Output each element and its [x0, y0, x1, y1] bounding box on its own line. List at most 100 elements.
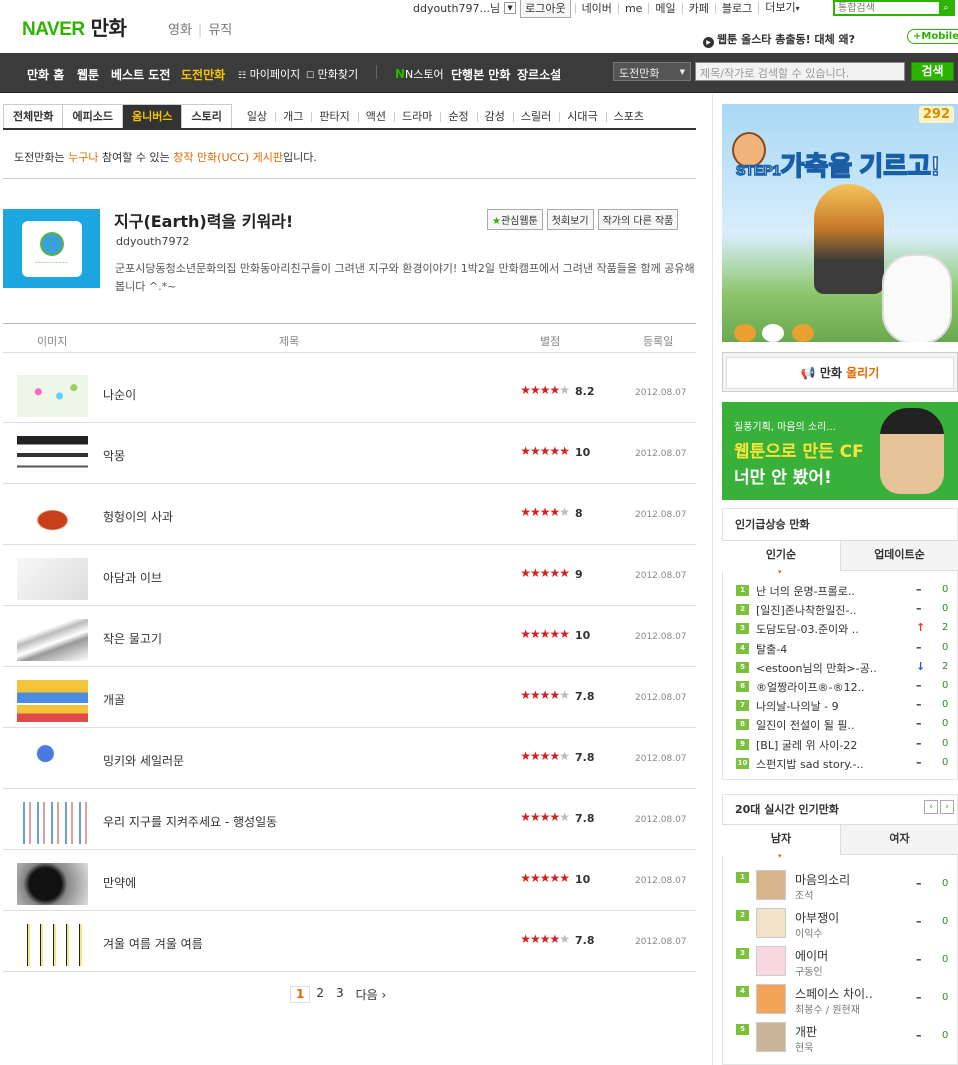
episode-title[interactable]: 개골	[103, 691, 125, 708]
rising-tab-update[interactable]: 업데이트순	[841, 541, 958, 571]
episode-row[interactable]: 나순이 ★★★★★ 8.2 2012.08.07	[3, 362, 696, 423]
webtoon-author[interactable]: ddyouth7972	[116, 235, 189, 248]
realtime-item[interactable]: 5 개판 현욱 – 0	[736, 1022, 951, 1056]
rising-item-name[interactable]: [BL] 굴레 위 사이-22	[756, 737, 857, 753]
prev-arrow-icon[interactable]: ‹	[924, 800, 938, 814]
rising-item-name[interactable]: 탈출-4	[756, 641, 787, 657]
upload-comic-button[interactable]: 📢 만화 올리기	[722, 352, 958, 392]
episode-thumbnail[interactable]	[17, 436, 88, 478]
nav-home[interactable]: 만화 홈	[27, 66, 64, 83]
episode-thumbnail[interactable]	[17, 924, 88, 966]
genre-historical[interactable]: 시대극	[559, 104, 605, 128]
episode-thumbnail[interactable]	[17, 558, 88, 600]
rising-item[interactable]: 9 [BL] 굴레 위 사이-22 – 0	[736, 737, 951, 755]
comic-avatar[interactable]	[756, 984, 786, 1014]
next-arrow-icon[interactable]: ›	[940, 800, 954, 814]
tab-omnibus[interactable]: 옴니버스	[121, 104, 183, 128]
episode-row[interactable]: 헝헝이의 사과 ★★★★★ 8 2012.08.07	[3, 484, 696, 545]
episode-title[interactable]: 겨울 여름 겨울 여름	[103, 935, 203, 952]
nav-mypage[interactable]: ☷ 마이페이지	[238, 66, 300, 82]
search-button[interactable]: 검색	[911, 62, 954, 81]
episode-title[interactable]: 우리 지구를 지켜주세요 - 행성일동	[103, 813, 277, 830]
notice-banner[interactable]: ▶ 웹툰 올스타 총출동! 대체 왜?	[703, 31, 855, 48]
episode-title[interactable]: 작은 물고기	[103, 630, 162, 647]
user-dropdown-icon[interactable]: ▼	[504, 2, 517, 14]
genre-emotion[interactable]: 감성	[476, 104, 513, 128]
comic-avatar[interactable]	[756, 1022, 786, 1052]
episode-title[interactable]: 아담과 이브	[103, 569, 162, 586]
service-tab-movie[interactable]: 영화	[168, 23, 192, 38]
realtime-tab-male[interactable]: 남자	[722, 825, 841, 870]
genre-thriller[interactable]: 스릴러	[512, 104, 559, 128]
naver-logo[interactable]: NAVER 만화	[22, 12, 127, 41]
cf-ad-banner[interactable]: 질풍기획, 마음의 소리... 웹툰으로 만든 CF 너만 안 봤어!	[722, 402, 958, 500]
genre-action[interactable]: 액션	[357, 104, 394, 128]
rising-item[interactable]: 6 ®얼짱라이프®-®12.. – 0	[736, 679, 951, 697]
nav-webtoon[interactable]: 웹툰	[77, 66, 99, 83]
episode-thumbnail[interactable]	[17, 863, 88, 905]
rising-item-name[interactable]: <estoon님의 만화>-공..	[756, 660, 877, 676]
rising-item[interactable]: 7 나의날-나의날 - 9 – 0	[736, 698, 951, 716]
user-name[interactable]: ddyouth797...님	[413, 0, 502, 16]
episode-title[interactable]: 밍키와 세일러문	[103, 752, 184, 769]
webtoon-search-input[interactable]: 제목/작가로 검색할 수 있습니다.	[695, 62, 905, 81]
episode-title[interactable]: 나순이	[103, 386, 136, 403]
next-page[interactable]: 다음 ›	[350, 986, 393, 1003]
favorite-button[interactable]: ★관심웹툰	[487, 209, 543, 230]
webtoon-thumbnail[interactable]: ~~~~~~~~~~	[3, 209, 100, 288]
rising-item-name[interactable]: 나의날-나의날 - 9	[756, 698, 839, 714]
rising-item[interactable]: 1 난 너의 운명-프롤로.. – 0	[736, 583, 951, 601]
nav-find[interactable]: ☐ 만화찾기	[306, 66, 358, 82]
episode-row[interactable]: 겨울 여름 겨울 여름 ★★★★★ 7.8 2012.08.07	[3, 911, 696, 972]
nav-nstore[interactable]: NN스토어	[395, 66, 444, 82]
rising-item[interactable]: 4 탈출-4 – 0	[736, 641, 951, 659]
genre-romance[interactable]: 순정	[440, 104, 476, 128]
episode-thumbnail[interactable]	[17, 680, 88, 722]
episode-thumbnail[interactable]	[17, 619, 88, 661]
search-scope-select[interactable]: 도전만화 ▼	[613, 62, 691, 81]
realtime-item-name[interactable]: 에이머	[795, 947, 828, 964]
search-icon[interactable]: ⌕	[939, 2, 953, 14]
episode-row[interactable]: 우리 지구를 지켜주세요 - 행성일동 ★★★★★ 7.8 2012.08.07	[3, 789, 696, 850]
game-ad-banner[interactable]: 292 STEP1가축을 기르고!	[722, 104, 958, 342]
rising-item[interactable]: 2 [일진]존나착한일진-.. – 0	[736, 602, 951, 620]
page-2[interactable]: 2	[310, 986, 330, 1003]
util-link-blog[interactable]: 블로그	[714, 2, 758, 14]
realtime-item-name[interactable]: 스페이스 차이..	[795, 985, 873, 1002]
genre-fantasy[interactable]: 판타지	[311, 104, 357, 128]
rising-item-name[interactable]: 스펀지밥 sad story.-..	[756, 756, 864, 772]
rising-item[interactable]: 5 <estoon님의 만화>-공.. ↓ 2	[736, 660, 951, 678]
util-link-mail[interactable]: 메일	[648, 2, 681, 14]
first-episode-button[interactable]: 첫회보기	[546, 209, 594, 230]
rising-item-name[interactable]: [일진]존나착한일진-..	[756, 602, 857, 618]
util-link-naver[interactable]: 네이버	[574, 2, 618, 14]
rising-item[interactable]: 3 도담도담-03.준이와 .. ↑ 2	[736, 621, 951, 639]
page-1[interactable]: 1	[290, 986, 311, 1003]
episode-row[interactable]: 악몽 ★★★★★ 10 2012.08.07	[3, 423, 696, 484]
episode-title[interactable]: 만약에	[103, 874, 136, 891]
rising-item[interactable]: 8 일진이 전설이 될 필.. – 0	[736, 717, 951, 735]
realtime-item-name[interactable]: 개판	[795, 1023, 817, 1040]
page-3[interactable]: 3	[330, 986, 350, 1003]
episode-title[interactable]: 악몽	[103, 447, 125, 464]
nav-novel[interactable]: 장르소설	[517, 66, 561, 83]
comic-avatar[interactable]	[756, 908, 786, 938]
episode-row[interactable]: 작은 물고기 ★★★★★ 10 2012.08.07	[3, 606, 696, 667]
rising-tab-popular[interactable]: 인기순	[722, 541, 841, 586]
util-link-more[interactable]: 더보기▾	[758, 2, 805, 14]
mobile-button[interactable]: +Mobile	[907, 29, 958, 44]
logout-button[interactable]: 로그아웃	[520, 0, 571, 18]
realtime-item-name[interactable]: 마음의소리	[795, 871, 850, 888]
genre-daily[interactable]: 일상	[239, 104, 275, 128]
util-link-me[interactable]: me	[617, 2, 648, 14]
comic-avatar[interactable]	[756, 946, 786, 976]
realtime-item[interactable]: 4 스페이스 차이.. 최봉수 / 원현재 – 0	[736, 984, 951, 1018]
realtime-tab-female[interactable]: 여자	[841, 825, 958, 855]
episode-row[interactable]: 만약에 ★★★★★ 10 2012.08.07	[3, 850, 696, 911]
episode-row[interactable]: 개골 ★★★★★ 7.8 2012.08.07	[3, 667, 696, 728]
author-other-works-button[interactable]: 작가의 다른 작품	[597, 209, 679, 230]
rising-item-name[interactable]: ®얼짱라이프®-®12..	[756, 679, 865, 695]
tab-episode[interactable]: 에피소드	[62, 104, 123, 128]
nav-book[interactable]: 단행본 만화	[451, 66, 510, 83]
episode-thumbnail[interactable]	[17, 741, 88, 783]
